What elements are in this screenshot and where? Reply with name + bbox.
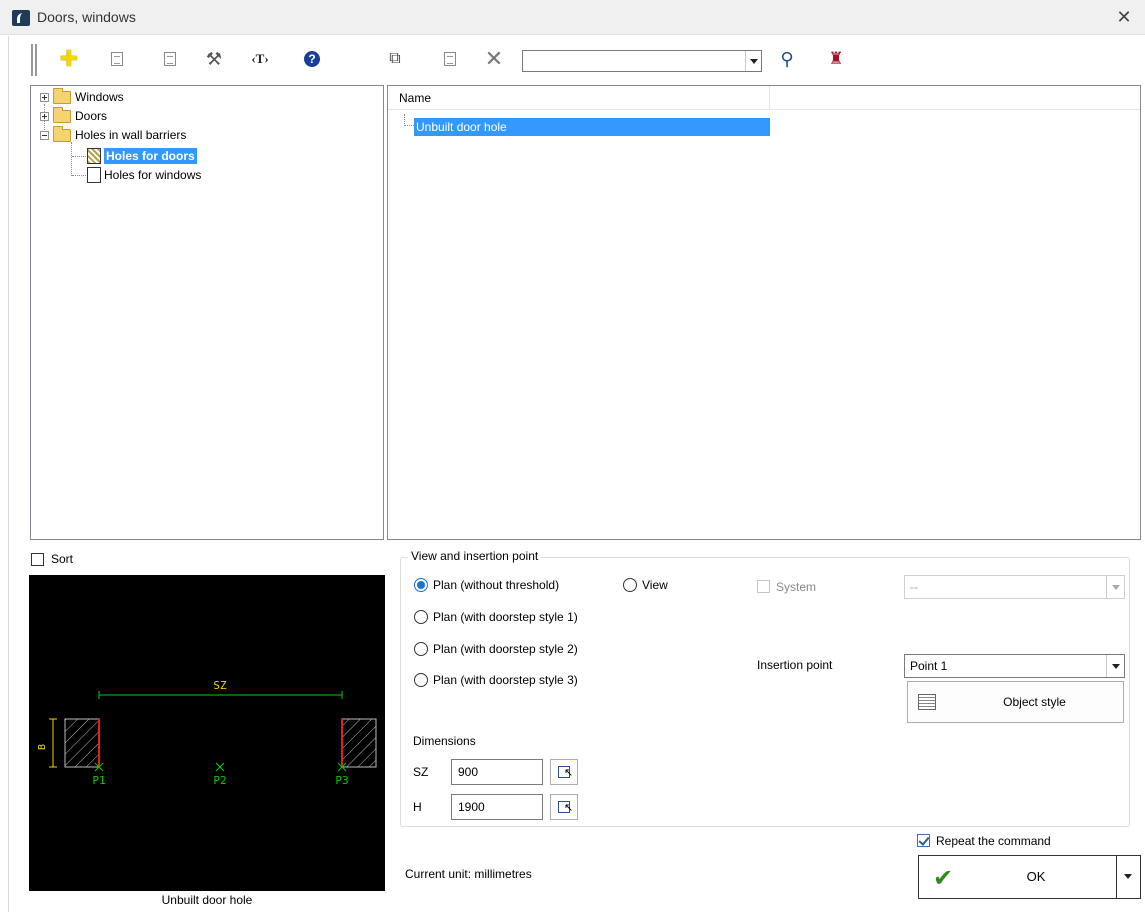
chevron-down-icon[interactable] bbox=[1106, 576, 1124, 598]
object-style-button[interactable]: Object style bbox=[907, 681, 1124, 723]
sz-label: SZ bbox=[213, 679, 227, 692]
ok-dropdown-chevron-down-icon[interactable] bbox=[1116, 856, 1140, 898]
p3-label: P3 bbox=[335, 774, 348, 787]
window-title: Doors, windows bbox=[37, 9, 136, 25]
delete-icon[interactable]: ✕ bbox=[484, 46, 504, 71]
radio-view[interactable] bbox=[623, 578, 637, 592]
insertion-point-label: Insertion point bbox=[757, 658, 833, 672]
p2-label: P2 bbox=[213, 774, 226, 787]
current-unit-label: Current unit: millimetres bbox=[405, 867, 532, 881]
insertion-point-select[interactable]: Point 1 bbox=[904, 654, 1125, 678]
tree-item-holes-for-windows[interactable]: Holes for windows bbox=[87, 166, 201, 184]
folder-icon bbox=[53, 87, 71, 104]
help-icon[interactable]: ? bbox=[304, 51, 320, 67]
expand-icon[interactable] bbox=[40, 92, 49, 102]
tree-item-holes-for-doors[interactable]: Holes for doors bbox=[87, 147, 197, 165]
repeat-command-label: Repeat the command bbox=[936, 834, 1051, 848]
list-item[interactable]: Unbuilt door hole bbox=[414, 118, 770, 136]
tree-item-windows[interactable]: Windows bbox=[40, 87, 124, 106]
text-icon[interactable]: ‹T› bbox=[250, 49, 270, 69]
chevron-down-icon[interactable] bbox=[1106, 655, 1124, 677]
system-label: System bbox=[776, 580, 817, 594]
window-border bbox=[8, 36, 9, 912]
h-pick-button[interactable] bbox=[550, 794, 578, 820]
ok-label: OK bbox=[1026, 869, 1046, 884]
p1-label: P1 bbox=[92, 774, 105, 787]
window-hole-icon bbox=[87, 167, 101, 183]
radio-plan-doorstep-style-2[interactable] bbox=[414, 642, 428, 656]
tree-item-label: Holes in wall barriers bbox=[75, 128, 187, 142]
toolbar-grip[interactable] bbox=[31, 44, 37, 76]
add-icon[interactable]: ✚ bbox=[59, 46, 79, 71]
dimensions-title: Dimensions bbox=[413, 734, 476, 748]
binoculars-icon[interactable]: ♜ bbox=[826, 49, 846, 69]
collapse-icon[interactable] bbox=[40, 130, 49, 140]
radio-label: Plan (with doorstep style 3) bbox=[433, 673, 578, 687]
preview-caption: Unbuilt door hole bbox=[161, 893, 253, 907]
search-combo[interactable] bbox=[522, 50, 762, 72]
ok-button[interactable]: ✔ OK bbox=[918, 855, 1141, 899]
radio-plan-doorstep-style-3[interactable] bbox=[414, 673, 428, 687]
list-connector bbox=[404, 114, 414, 126]
h-input[interactable]: 1900 bbox=[451, 794, 543, 820]
sz-field-label: SZ bbox=[413, 765, 429, 779]
sz-input[interactable]: 900 bbox=[451, 759, 543, 785]
close-icon[interactable]: ✕ bbox=[1113, 6, 1135, 28]
edit-icon[interactable] bbox=[164, 52, 176, 66]
sort-checkbox[interactable] bbox=[31, 553, 44, 566]
properties-icon[interactable] bbox=[111, 52, 123, 66]
expand-icon[interactable] bbox=[40, 111, 49, 121]
column-header-name[interactable]: Name bbox=[388, 86, 770, 110]
preview-canvas: SZ B P1 P2 P3 bbox=[29, 575, 385, 891]
radio-plan-without-threshold[interactable] bbox=[414, 578, 428, 592]
radio-label: View bbox=[642, 578, 668, 592]
radio-label: Plan (without threshold) bbox=[433, 578, 560, 592]
tree-item-holes-in-wall-barriers[interactable]: Holes in wall barriers bbox=[40, 125, 187, 144]
chevron-down-icon[interactable] bbox=[745, 51, 761, 71]
door-hole-icon bbox=[87, 148, 101, 164]
tree-item-label: Holes for windows bbox=[104, 168, 202, 182]
system-select[interactable]: -- bbox=[904, 575, 1125, 599]
object-style-label: Object style bbox=[1003, 695, 1066, 709]
list-header: Name bbox=[388, 86, 1140, 110]
app-icon bbox=[12, 10, 30, 26]
tools-icon[interactable]: ⚒ bbox=[204, 49, 224, 69]
radio-label: Plan (with doorstep style 1) bbox=[433, 610, 578, 624]
folder-icon bbox=[53, 106, 71, 123]
copy-icon[interactable]: ⧉ bbox=[385, 49, 405, 69]
view-insertion-group-title: View and insertion point bbox=[408, 549, 542, 563]
folder-icon bbox=[53, 125, 71, 142]
radio-plan-doorstep-style-1[interactable] bbox=[414, 610, 428, 624]
category-tree[interactable]: Windows Doors Holes in wall barriers Hol… bbox=[30, 85, 384, 540]
doors-windows-dialog: Doors, windows ✕ ✚ ⚒ ‹T› ? ⧉ ✕ ⚲ ♜ Windo… bbox=[0, 0, 1145, 912]
insertion-point-value: Point 1 bbox=[910, 659, 948, 673]
list-icon[interactable] bbox=[444, 52, 456, 66]
tree-item-doors[interactable]: Doors bbox=[40, 106, 108, 125]
repeat-command-checkbox[interactable] bbox=[917, 834, 930, 847]
tree-item-label: Doors bbox=[75, 109, 108, 123]
sz-pick-button[interactable] bbox=[550, 759, 578, 785]
toolbar: ✚ ⚒ ‹T› ? ⧉ ✕ ⚲ ♜ bbox=[0, 36, 1145, 82]
tree-item-label: Holes for doors bbox=[104, 148, 197, 164]
system-checkbox[interactable] bbox=[757, 580, 770, 593]
search-icon[interactable]: ⚲ bbox=[777, 49, 797, 69]
items-list[interactable]: Name Unbuilt door hole bbox=[387, 85, 1141, 540]
right-wall-section bbox=[341, 718, 377, 768]
left-wall-section bbox=[64, 718, 100, 768]
sort-label: Sort bbox=[51, 552, 74, 566]
b-label: B bbox=[37, 744, 48, 750]
radio-label: Plan (with doorstep style 2) bbox=[433, 642, 578, 656]
title-bar: Doors, windows ✕ bbox=[0, 0, 1145, 35]
tree-item-label: Windows bbox=[75, 90, 124, 104]
h-field-label: H bbox=[413, 800, 422, 814]
system-select-value: -- bbox=[910, 580, 918, 594]
door-hole-preview-drawing: SZ B P1 P2 P3 bbox=[37, 679, 377, 787]
